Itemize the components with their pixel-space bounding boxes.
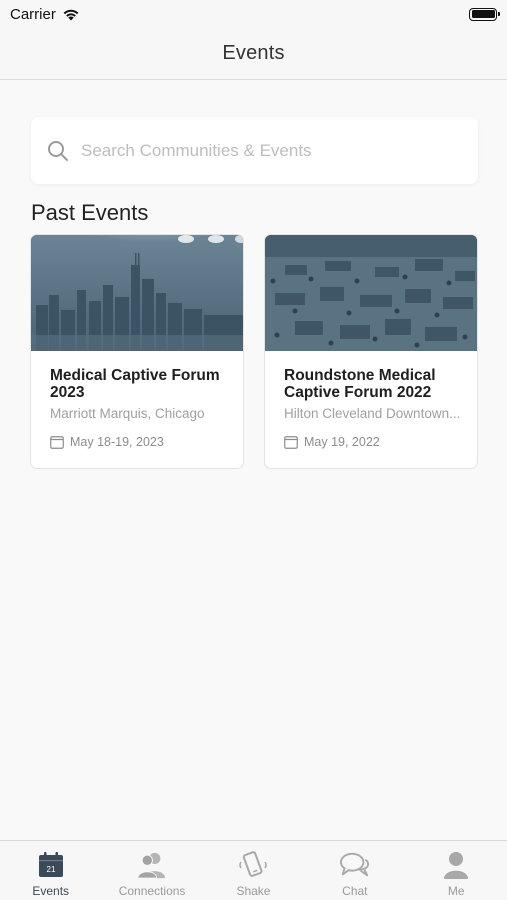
battery-icon — [469, 7, 500, 21]
tab-shake[interactable]: Shake — [203, 841, 304, 898]
event-title: Roundstone Medical Captive Forum 2022 — [284, 367, 436, 401]
event-image-chicago-skyline — [31, 235, 243, 351]
event-card-body: Medical Captive Forum 2023 Marriott Marq… — [31, 351, 243, 449]
tab-label: Chat — [342, 884, 368, 898]
tab-events[interactable]: 21 Events — [0, 841, 101, 898]
carrier-label: Carrier — [10, 5, 56, 23]
search-icon — [47, 140, 69, 162]
chat-bubbles-icon — [339, 850, 370, 880]
event-date-row: May 18-19, 2023 — [50, 435, 227, 449]
event-title: Medical Captive Forum 2023 — [50, 367, 220, 401]
people-icon — [137, 850, 167, 880]
tab-label: Connections — [118, 884, 186, 898]
search-bar[interactable] — [31, 117, 478, 184]
navigation-bar: Events — [0, 28, 507, 80]
status-bar: Carrier — [0, 0, 507, 28]
event-card[interactable]: Roundstone Medical Captive Forum 2022 Hi… — [264, 234, 478, 469]
tab-chat[interactable]: Chat — [304, 841, 405, 898]
tab-label: Shake — [236, 884, 271, 898]
event-date-row: May 19, 2022 — [284, 435, 461, 449]
tab-connections[interactable]: Connections — [102, 841, 203, 898]
tab-label: Events — [32, 884, 70, 898]
calendar-day-label: 21 — [46, 865, 55, 874]
calendar-icon — [284, 435, 298, 449]
event-venue: Marriott Marquis, Chicago — [50, 406, 205, 421]
page-title: Events — [222, 42, 285, 64]
tab-bar: 21 Events Connections Shake Chat Me — [0, 840, 507, 900]
calendar-icon: 21 — [36, 850, 66, 880]
event-card-body: Roundstone Medical Captive Forum 2022 Hi… — [265, 351, 477, 449]
event-card[interactable]: Medical Captive Forum 2023 Marriott Marq… — [30, 234, 244, 469]
person-icon — [441, 850, 471, 880]
tab-label: Me — [447, 884, 465, 898]
shake-phone-icon — [238, 850, 268, 880]
event-date: May 19, 2022 — [304, 435, 380, 449]
carrier-info: Carrier — [10, 6, 80, 23]
search-input[interactable] — [81, 140, 441, 161]
event-venue: Hilton Cleveland Downtown... — [284, 406, 461, 421]
event-image-conference-hall — [265, 235, 477, 351]
wifi-icon — [62, 8, 80, 21]
tab-me[interactable]: Me — [406, 841, 507, 898]
section-title-past-events: Past Events — [31, 200, 149, 225]
calendar-icon — [50, 435, 64, 449]
event-date: May 18-19, 2023 — [70, 435, 164, 449]
